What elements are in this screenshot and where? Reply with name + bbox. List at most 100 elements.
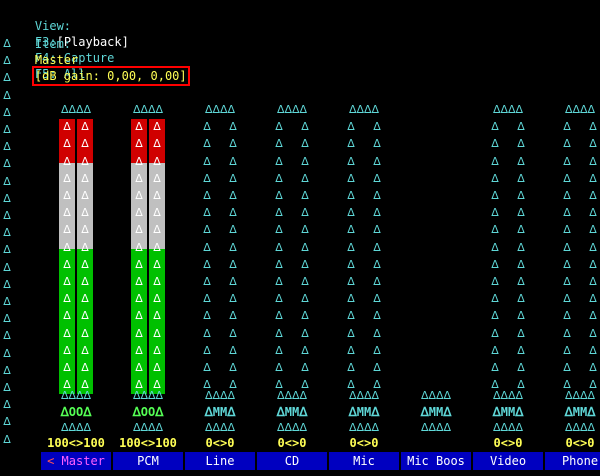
slider-frame-icon: ᐃ (301, 223, 309, 237)
slider-frame-icon: ᐃ (563, 189, 571, 202)
edge-marker-icon: ᐃ (3, 226, 11, 240)
bar-tick-icon: ᐃ (153, 343, 161, 357)
bar-tick-icon: ᐃ (153, 292, 161, 306)
channel-name-label[interactable]: Mic Boos (401, 452, 471, 470)
slider-frame-icon: ᐃ (301, 206, 309, 220)
edge-marker-icon: ᐃ (3, 71, 11, 85)
slider-frame-icon: ᐃ (589, 343, 597, 357)
slider-frame-icon: ᐃ (275, 206, 283, 220)
slider-frame-icon: ᐃ (301, 189, 309, 202)
slider-frame-icon: ᐃ (373, 137, 381, 151)
mute-frame-bottom-icon: ᐃᐃᐃᐃ (492, 421, 524, 434)
mute-frame-bottom-icon: ᐃᐃᐃᐃ (132, 421, 164, 434)
bar-tick-icon: ᐃ (63, 206, 71, 220)
slider-frame-icon: ᐃ (563, 120, 571, 134)
slider-frame-icon: ᐃ (517, 206, 525, 220)
slider-frame-icon: ᐃ (229, 292, 237, 306)
slider-frame-icon: ᐃ (203, 309, 211, 323)
slider-frame-icon: ᐃ (563, 206, 571, 220)
edge-marker-icon: ᐃ (3, 363, 11, 377)
channel-name-label[interactable]: Phone (545, 452, 600, 470)
slider-frame-icon: ᐃ (301, 343, 309, 357)
bar-tick-icon: ᐃ (153, 223, 161, 237)
bar-tick-icon: ᐃ (63, 361, 71, 374)
slider-frame-icon: ᐃ (517, 189, 525, 202)
channel-name-label[interactable]: < Master > (41, 452, 111, 476)
slider-frame-icon: ᐃ (517, 120, 525, 134)
bar-tick-icon: ᐃ (81, 257, 89, 271)
edge-marker-icon: ᐃ (3, 260, 11, 274)
slider-frame-icon: ᐃ (517, 137, 525, 151)
bar-tick-icon: ᐃ (81, 120, 89, 134)
slider-frame-icon: ᐃ (229, 309, 237, 323)
slider-frame-icon: ᐃ (373, 361, 381, 374)
mute-toggle[interactable]: ᐃMMᐃ (274, 404, 310, 420)
slider-frame-icon: ᐃ (491, 137, 499, 151)
selection-arrow-right: > (72, 472, 79, 476)
slider-frame-icon: ᐃ (275, 137, 283, 151)
slider-frame-icon: ᐃ (275, 171, 283, 185)
slider-frame-icon: ᐃ (229, 275, 237, 288)
slider-frame-icon: ᐃ (347, 343, 355, 357)
slider-frame-icon: ᐃ (589, 120, 597, 134)
selection-arrow-left: < (47, 454, 62, 468)
item-label: Item: (34, 37, 72, 51)
bar-tick-icon: ᐃ (63, 154, 71, 168)
slider-frame-icon: ᐃ (589, 206, 597, 220)
slider-frame-icon: ᐃ (275, 189, 283, 202)
bar-tick-icon: ᐃ (81, 171, 89, 185)
bar-tick-icon: ᐃ (81, 206, 89, 220)
bar-tick-icon: ᐃ (63, 343, 71, 357)
slider-frame-icon: ᐃ (517, 361, 525, 374)
bar-tick-icon: ᐃ (135, 326, 143, 340)
channel-name-label[interactable]: Mic (329, 452, 399, 470)
mute-toggle[interactable]: ᐃMMᐃ (418, 404, 454, 420)
channel-name-text: Master (61, 454, 105, 468)
slider-frame-icon: ᐃ (203, 292, 211, 306)
volume-readout: 0<>0 (493, 436, 523, 450)
slider-frame-icon: ᐃ (373, 257, 381, 271)
slider-frame-icon: ᐃ (517, 275, 525, 288)
slider-frame-icon: ᐃ (203, 326, 211, 340)
bar-tick-icon: ᐃ (81, 326, 89, 340)
mute-toggle[interactable]: ᐃOOᐃ (58, 404, 94, 420)
edge-marker-icon: ᐃ (3, 295, 11, 308)
channel-name-label[interactable]: Line (185, 452, 255, 470)
slider-frame-icon: ᐃ (491, 343, 499, 357)
slider-frame-icon: ᐃ (563, 292, 571, 306)
edge-marker-icon: ᐃ (3, 346, 11, 360)
mute-frame-icon: ᐃᐃᐃᐃ (132, 389, 164, 402)
edge-marker-icon: ᐃ (3, 312, 11, 326)
bar-tick-icon: ᐃ (135, 361, 143, 374)
channel-name-label[interactable]: CD (257, 452, 327, 470)
mute-toggle[interactable]: ᐃMMᐃ (490, 404, 526, 420)
mute-frame-icon: ᐃᐃᐃᐃ (420, 389, 452, 402)
bar-tick-icon: ᐃ (63, 309, 71, 323)
mute-toggle[interactable]: ᐃOOᐃ (130, 404, 166, 420)
mute-toggle[interactable]: ᐃMMᐃ (202, 404, 238, 420)
slider-frame-icon: ᐃ (589, 240, 597, 254)
slider-frame-icon: ᐃ (491, 120, 499, 134)
slider-frame-icon: ᐃ (589, 171, 597, 185)
slider-frame-icon: ᐃ (589, 154, 597, 168)
mute-frame-bottom-icon: ᐃᐃᐃᐃ (204, 421, 236, 434)
channel-name-label[interactable]: PCM (113, 452, 183, 470)
mute-frame-bottom-icon: ᐃᐃᐃᐃ (276, 421, 308, 434)
alsamixer-screen: View: F3:[Playback] F4: Capture F5: All … (0, 0, 600, 476)
slider-frame-icon: ᐃ (563, 137, 571, 151)
edge-marker-icon: ᐃ (3, 123, 11, 136)
slider-top-frame-icon: ᐃᐃᐃᐃ (564, 103, 596, 116)
slider-frame-icon: ᐃ (275, 361, 283, 374)
mute-toggle[interactable]: ᐃMMᐃ (562, 404, 598, 420)
mute-toggle[interactable]: ᐃMMᐃ (346, 404, 382, 420)
slider-frame-icon: ᐃ (229, 343, 237, 357)
edge-marker-icon: ᐃ (3, 243, 11, 257)
slider-frame-icon: ᐃ (203, 189, 211, 202)
bar-tick-icon: ᐃ (153, 309, 161, 323)
slider-frame-icon: ᐃ (347, 171, 355, 185)
slider-frame-icon: ᐃ (491, 223, 499, 237)
slider-frame-icon: ᐃ (347, 275, 355, 288)
bar-tick-icon: ᐃ (63, 189, 71, 202)
channel-name-label[interactable]: Video (473, 452, 543, 470)
bar-tick-icon: ᐃ (63, 223, 71, 237)
